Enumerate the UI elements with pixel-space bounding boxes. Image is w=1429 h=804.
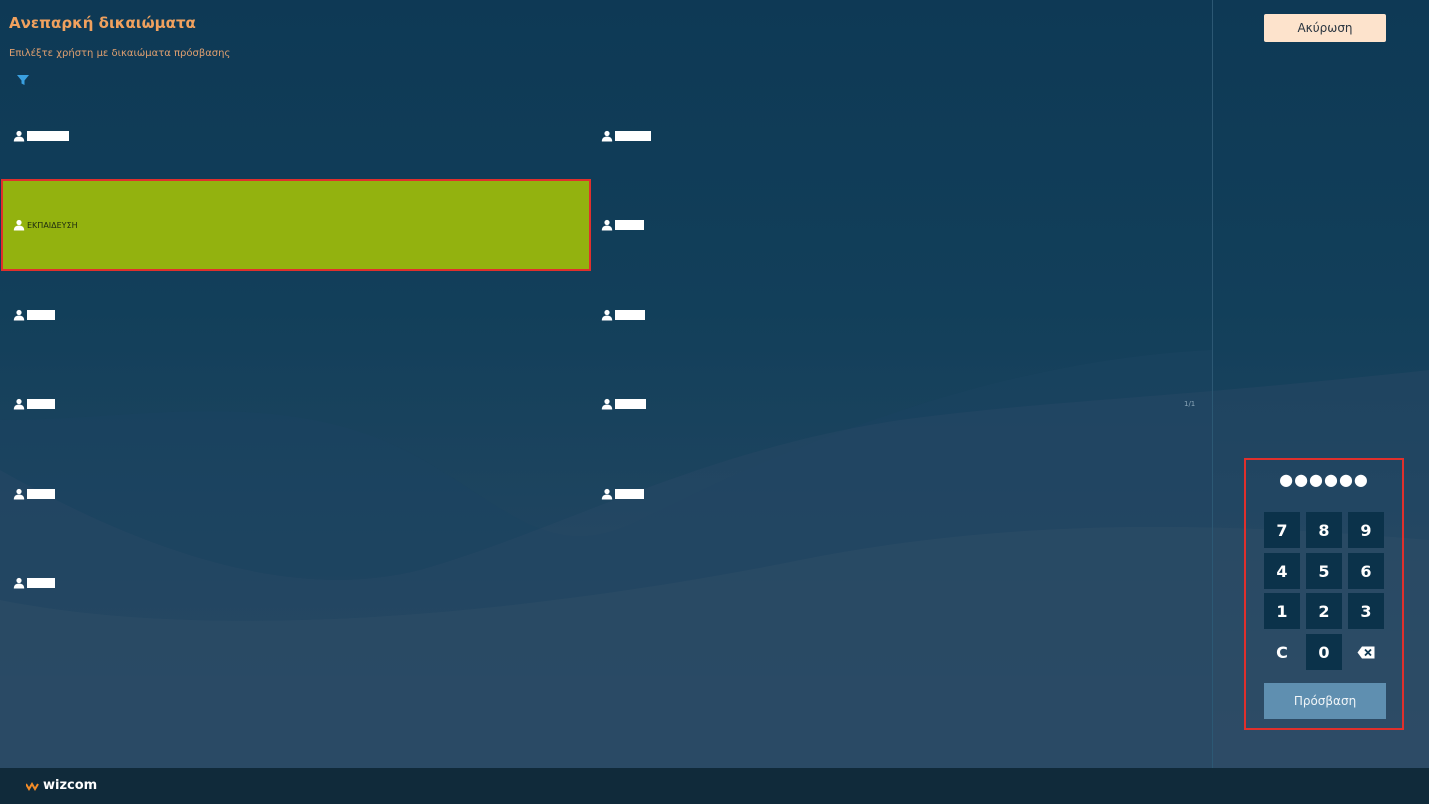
- pin-display: ●●●●●●: [1279, 470, 1369, 489]
- user-icon: [13, 130, 25, 142]
- logo-text: wizcom: [43, 778, 98, 793]
- backspace-icon: [1357, 646, 1375, 658]
- page-subtitle: Επιλέξτε χρήστη με δικαιώματα πρόσβασης: [9, 48, 231, 59]
- user-name: [615, 220, 644, 230]
- user-name: [615, 131, 651, 141]
- user-name: ΕΚΠΑΙΔΕΥΣΗ: [27, 220, 78, 230]
- page-indicator: 1/1: [1184, 400, 1196, 408]
- access-button[interactable]: Πρόσβαση: [1264, 683, 1386, 719]
- user-icon: [601, 219, 613, 231]
- digit-key-5[interactable]: 5: [1306, 553, 1342, 589]
- footer-bar: wizcom: [0, 768, 1429, 804]
- user-icon: [601, 488, 613, 500]
- user-item[interactable]: [591, 92, 1177, 180]
- digit-key-9[interactable]: 9: [1348, 512, 1384, 548]
- digit-key-6[interactable]: 6: [1348, 553, 1384, 589]
- user-name: [615, 399, 646, 409]
- digit-key-1[interactable]: 1: [1264, 593, 1300, 629]
- user-item[interactable]: [3, 360, 589, 448]
- digit-key-0[interactable]: 0: [1306, 634, 1342, 670]
- user-item[interactable]: [591, 181, 1177, 269]
- user-name: [27, 578, 55, 588]
- user-name: [615, 310, 645, 320]
- clear-key[interactable]: C: [1264, 634, 1300, 670]
- user-name: [615, 489, 644, 499]
- user-icon: [601, 130, 613, 142]
- user-icon: [601, 398, 613, 410]
- page-title: Ανεπαρκή δικαιώματα: [9, 14, 196, 32]
- user-icon: [13, 488, 25, 500]
- pin-keypad: ●●●●●● 789 456 123 C0 Πρόσβαση: [1244, 458, 1404, 730]
- panel-divider: [1212, 0, 1213, 768]
- user-name: [27, 131, 69, 141]
- user-name: [27, 489, 55, 499]
- user-item[interactable]: [3, 271, 589, 359]
- digit-key-8[interactable]: 8: [1306, 512, 1342, 548]
- wizcom-logo: wizcom: [26, 778, 97, 793]
- user-selection-panel: Ανεπαρκή δικαιώματα Επιλέξτε χρήστη με δ…: [0, 0, 1212, 768]
- user-name: [27, 310, 55, 320]
- user-icon: [13, 577, 25, 589]
- user-icon: [13, 398, 25, 410]
- user-item[interactable]: [3, 539, 589, 627]
- digit-key-3[interactable]: 3: [1348, 593, 1384, 629]
- user-icon: [601, 309, 613, 321]
- backspace-key[interactable]: [1348, 634, 1384, 670]
- user-item[interactable]: [591, 271, 1177, 359]
- user-icon: [13, 309, 25, 321]
- wizcom-logo-icon: [26, 781, 39, 791]
- digit-key-2[interactable]: 2: [1306, 593, 1342, 629]
- user-name: [27, 399, 55, 409]
- cancel-button[interactable]: Ακύρωση: [1264, 14, 1386, 42]
- digit-key-7[interactable]: 7: [1264, 512, 1300, 548]
- user-icon: [13, 219, 25, 231]
- user-item[interactable]: [3, 450, 589, 538]
- digit-key-4[interactable]: 4: [1264, 553, 1300, 589]
- user-item[interactable]: [591, 450, 1177, 538]
- filter-icon[interactable]: [16, 73, 30, 87]
- user-item[interactable]: [591, 360, 1177, 448]
- user-item[interactable]: ΕΚΠΑΙΔΕΥΣΗ: [1, 179, 591, 271]
- user-item[interactable]: [3, 92, 589, 180]
